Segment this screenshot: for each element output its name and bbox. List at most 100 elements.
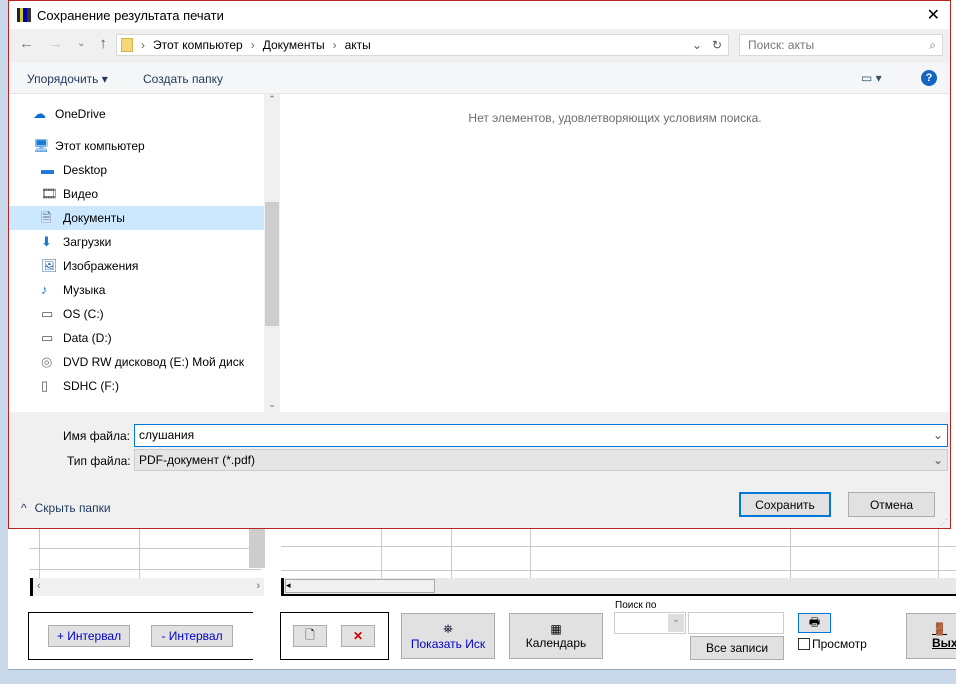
search-value-input[interactable]: [688, 612, 784, 634]
navigation-pane: ☁ OneDrive 🖥 Этот компьютер ▬ Desktop 🎞 Видео 🗎 Д…: [9, 94, 264, 412]
organize-button[interactable]: Упорядочить ▾: [27, 72, 108, 86]
all-records-button[interactable]: Все записи: [690, 636, 784, 660]
refresh-icon[interactable]: ↻: [712, 38, 722, 52]
folder-icon: [121, 38, 133, 52]
title-bar: Сохранение результата печати ✕: [9, 1, 950, 29]
nav-item[interactable]: 🖥 Этот компьютер: [9, 134, 264, 158]
nav-item-label: OneDrive: [55, 107, 106, 121]
dvd-icon: ◎: [41, 354, 53, 369]
filename-value: слушания: [139, 428, 195, 442]
left-grid-vscroll[interactable]: [249, 528, 265, 568]
filetype-select[interactable]: PDF-документ (*.pdf) ⌄: [134, 449, 948, 471]
nav-item[interactable]: 🎞 Видео: [9, 182, 264, 206]
preview-checkbox[interactable]: Просмотр: [798, 637, 867, 651]
preview-label: Просмотр: [812, 637, 867, 651]
drive-icon: ▭: [41, 330, 54, 345]
nav-item[interactable]: ◎ DVD RW дисковод (E:) Мой диск: [9, 350, 264, 374]
show-claim-button[interactable]: ⛯ Показать Иск: [401, 613, 495, 659]
exit-door-icon: 🚪: [932, 622, 947, 636]
toolbar: Упорядочить ▾ Создать папку ▭ ▾ ?: [9, 63, 950, 94]
computer-icon: 🖥: [33, 138, 50, 153]
printer-icon: 🖶: [808, 614, 821, 629]
nav-item[interactable]: ▯ SDHC (F:): [9, 374, 264, 398]
sd-card-icon: ▯: [41, 378, 49, 393]
exit-label: Выход: [932, 636, 956, 650]
new-document-button[interactable]: 🗋: [293, 625, 327, 647]
view-options-icon[interactable]: ▭ ▾: [861, 71, 882, 85]
hide-folders-label: Скрыть папки: [34, 501, 111, 515]
nav-item-label: SDHC (F:): [63, 379, 119, 393]
drive-icon: ▭: [41, 306, 54, 321]
chevron-up-icon: ^: [21, 501, 27, 515]
dialog-title: Сохранение результата печати: [37, 7, 224, 23]
filetype-value: PDF-документ (*.pdf): [139, 453, 255, 467]
nav-item[interactable]: 🖼 Изображения: [9, 254, 264, 278]
nav-item-label: Desktop: [63, 163, 108, 177]
back-arrow-icon[interactable]: ←: [19, 35, 34, 52]
filetype-label: Тип файла:: [67, 454, 131, 468]
nav-item-label: Видео: [63, 187, 99, 201]
delete-button[interactable]: ✕: [341, 625, 375, 647]
desktop-icon: ▬: [41, 162, 54, 177]
right-grid-hscroll[interactable]: ◂: [281, 578, 956, 596]
nav-scrollbar[interactable]: ⌃ ⌄: [264, 94, 280, 412]
search-box[interactable]: Поиск: акты ⌕: [739, 34, 943, 56]
minus-interval-button[interactable]: - Интервал: [151, 625, 233, 647]
breadcrumb-computer[interactable]: Этот компьютер: [153, 38, 243, 52]
nav-item[interactable]: 🗎 Документы: [9, 206, 264, 230]
up-arrow-icon[interactable]: ↑: [99, 35, 107, 52]
exit-button[interactable]: 🚪Выход: [906, 613, 956, 659]
calendar-button[interactable]: ▦ Календарь: [509, 613, 603, 659]
print-button[interactable]: 🖶: [798, 613, 831, 633]
new-folder-button[interactable]: Создать папку: [143, 72, 223, 86]
address-dropdown-icon[interactable]: ⌄: [692, 38, 702, 52]
filename-input[interactable]: слушания ⌄: [134, 424, 948, 447]
binoculars-icon: ⛯: [443, 621, 453, 636]
filename-label: Имя файла:: [63, 429, 130, 443]
address-bar[interactable]: › Этот компьютер › Документы › акты ⌄ ↻: [116, 34, 729, 56]
close-icon[interactable]: ✕: [927, 5, 940, 25]
nav-item[interactable]: ▬ Desktop: [9, 158, 264, 182]
resize-grip-icon[interactable]: ⋰: [940, 518, 948, 527]
documents-icon: 🗎: [41, 210, 52, 225]
video-icon: 🎞: [41, 186, 58, 201]
breadcrumb-documents[interactable]: Документы: [263, 38, 325, 52]
pictures-icon: 🖼: [41, 258, 58, 273]
plus-interval-button[interactable]: + Интервал: [48, 625, 130, 647]
file-list[interactable]: Нет элементов, удовлетворяющих условиям …: [280, 94, 950, 412]
hide-folders-button[interactable]: ^ Скрыть папки: [21, 501, 111, 515]
filetype-dropdown-icon: ⌄: [932, 453, 943, 467]
search-by-select[interactable]: ⌄: [614, 612, 686, 634]
download-icon: ⬇: [41, 234, 52, 249]
search-placeholder: Поиск: акты: [748, 38, 815, 52]
filename-dropdown-icon[interactable]: ⌄: [933, 428, 943, 442]
nav-item-label: Изображения: [63, 259, 139, 273]
nav-item[interactable]: ▭ OS (C:): [9, 302, 264, 326]
nav-item[interactable]: ☁ OneDrive: [9, 102, 264, 126]
nav-item-label: Этот компьютер: [55, 139, 145, 153]
app-books-icon: [17, 8, 31, 22]
forward-arrow-icon[interactable]: →: [48, 35, 63, 52]
nav-item-label: DVD RW дисковод (E:) Мой диск: [63, 355, 244, 369]
empty-message: Нет элементов, удовлетворяющих условиям …: [468, 111, 762, 125]
save-dialog: Сохранение результата печати ✕ ← → ⌄ ↑ ›…: [8, 0, 951, 529]
music-icon: ♪: [41, 282, 48, 297]
save-button[interactable]: Сохранить: [739, 492, 831, 517]
help-icon[interactable]: ?: [921, 70, 937, 86]
cloud-icon: ☁: [33, 106, 46, 121]
cancel-button[interactable]: Отмена: [848, 492, 935, 517]
recent-chevron-icon[interactable]: ⌄: [77, 38, 85, 52]
nav-item-label: OS (C:): [63, 307, 104, 321]
calendar-grid-icon: ▦: [550, 622, 562, 636]
search-icon: ⌕: [929, 37, 936, 52]
nav-item[interactable]: ▭ Data (D:): [9, 326, 264, 350]
nav-item[interactable]: ♪ Музыка: [9, 278, 264, 302]
nav-item-label: Загрузки: [63, 235, 112, 249]
nav-item-label: Музыка: [63, 283, 106, 297]
nav-item[interactable]: ⬇ Загрузки: [9, 230, 264, 254]
delete-x-icon: ✕: [352, 629, 364, 643]
show-claim-label: Показать Иск: [410, 636, 486, 651]
nav-buttons: ← → ⌄ ↑: [19, 35, 107, 52]
breadcrumb-akty[interactable]: акты: [345, 38, 371, 52]
left-grid-hscroll[interactable]: ‹ ›: [30, 578, 264, 596]
